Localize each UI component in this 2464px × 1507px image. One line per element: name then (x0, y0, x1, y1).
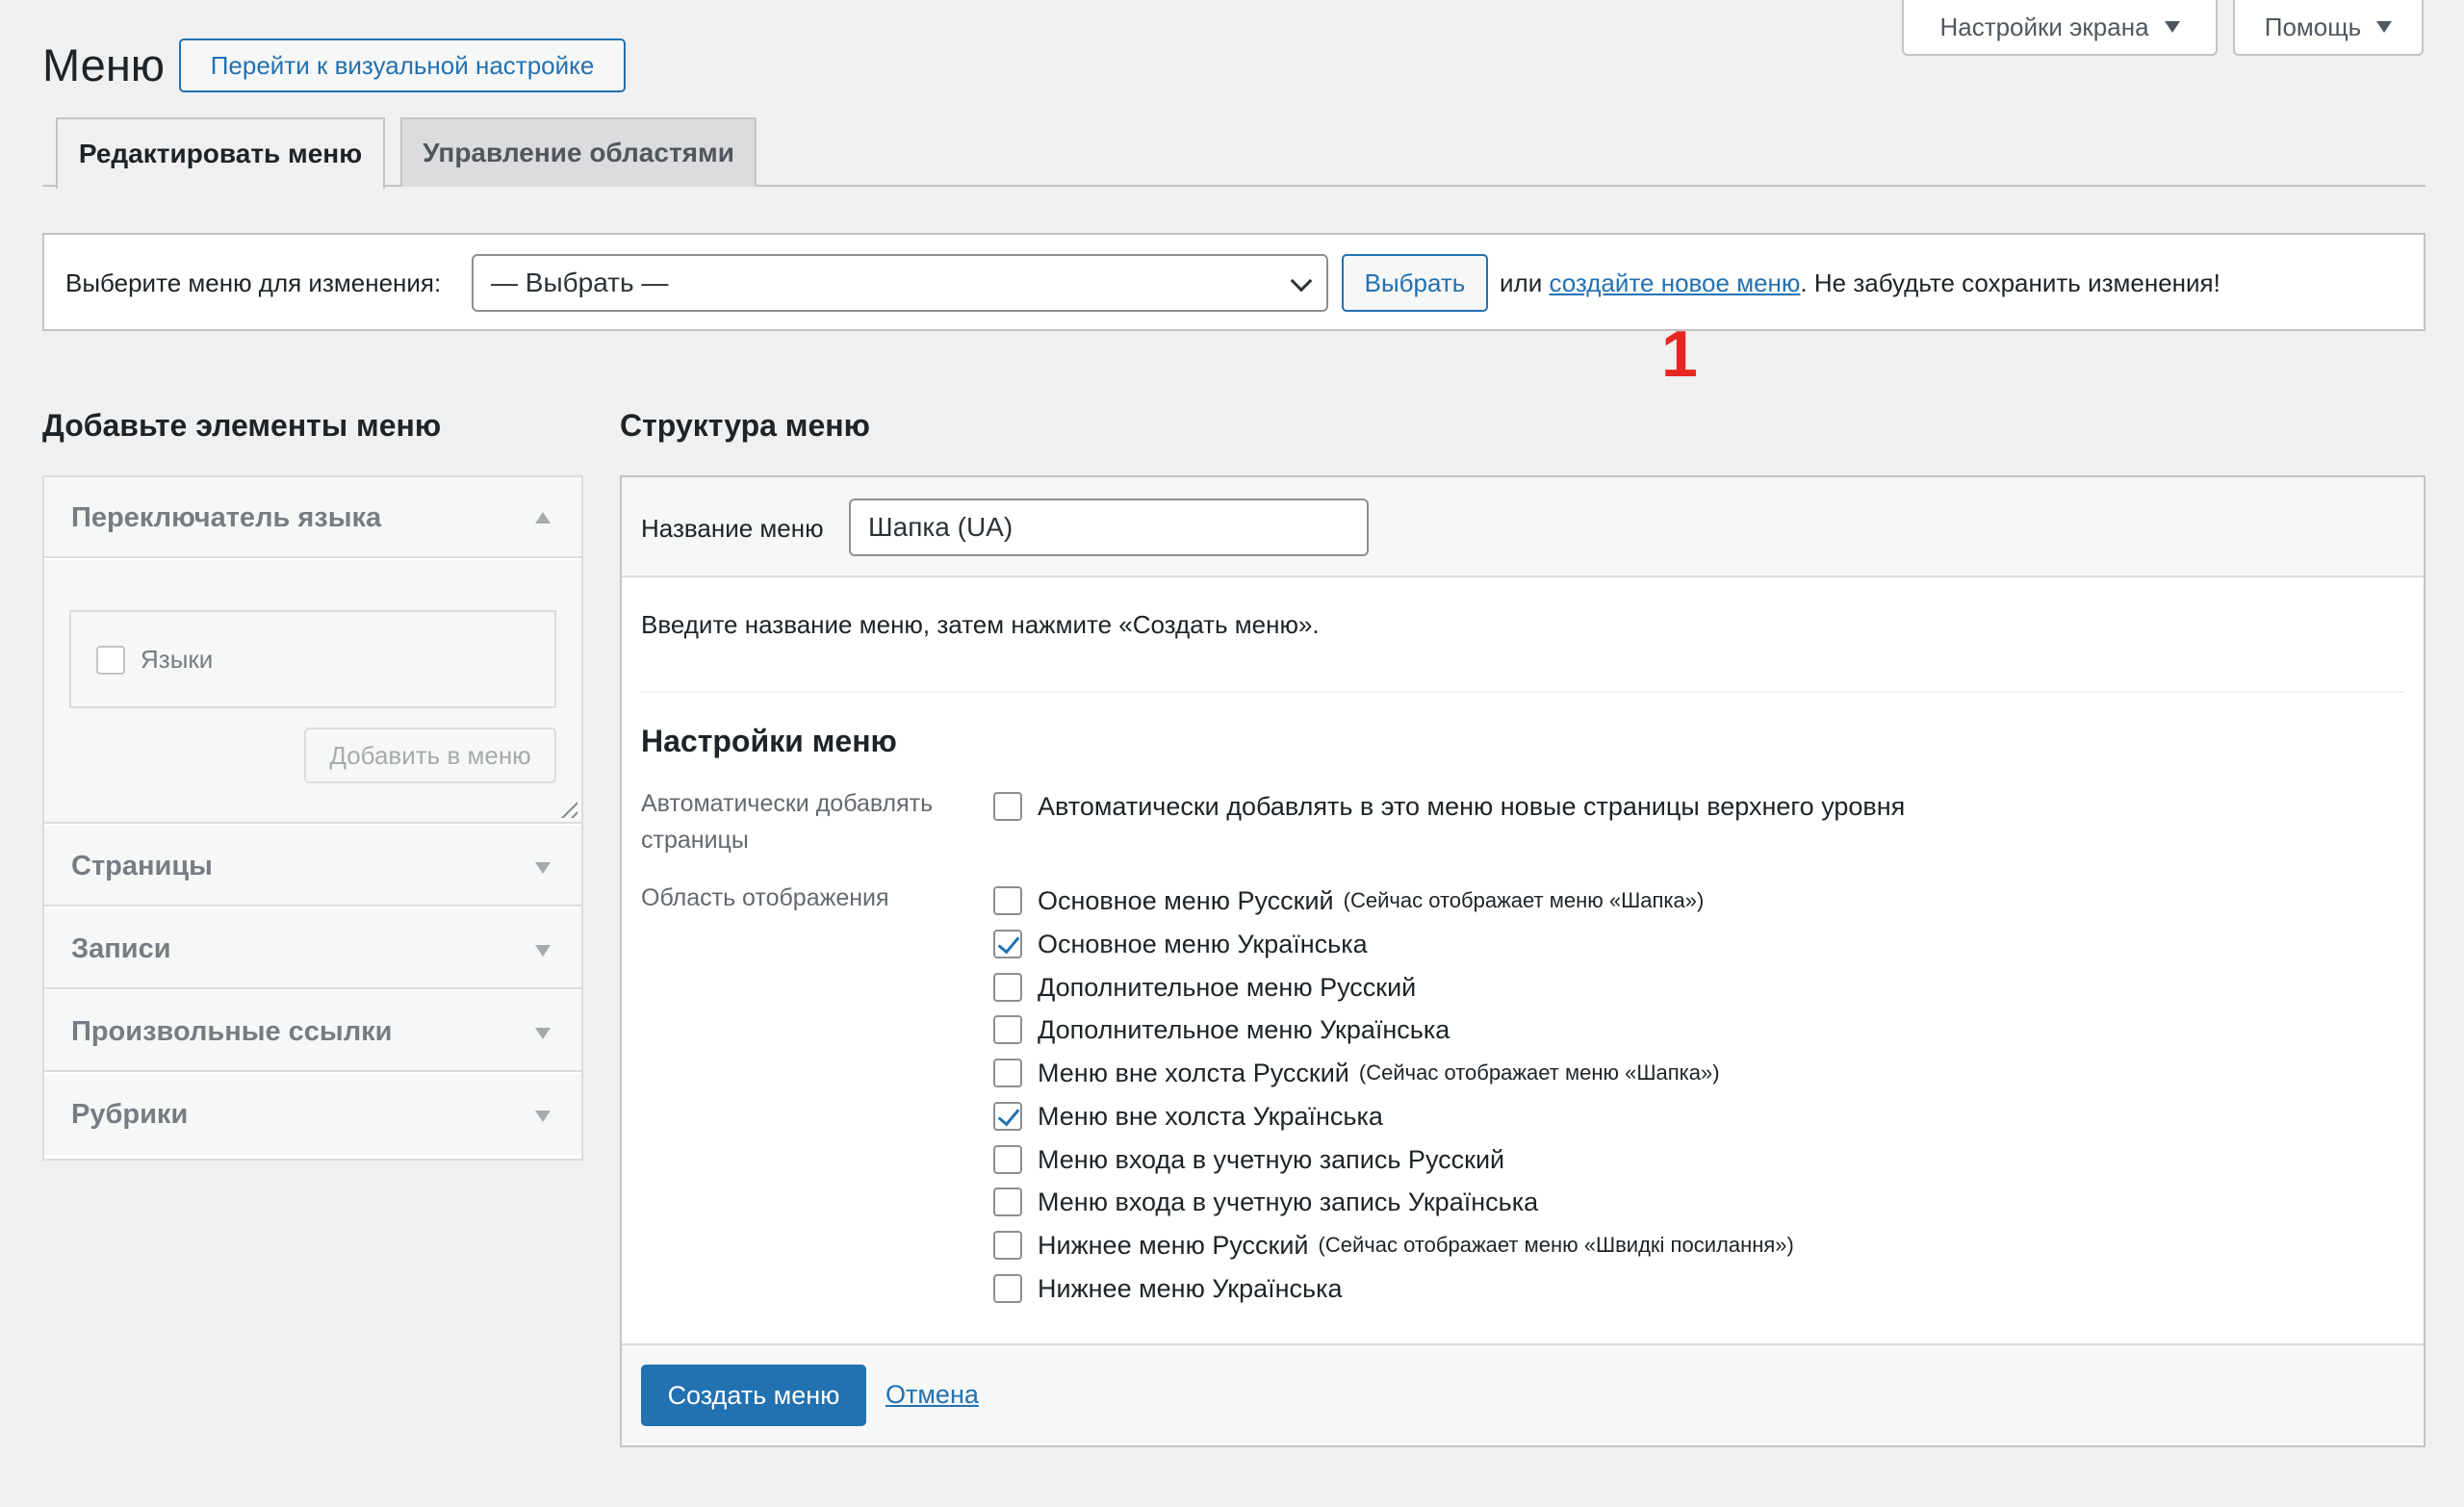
tab-manage-locations[interactable]: Управление областями (400, 117, 757, 187)
select-menu-bar: Выберите меню для изменения: — Выбрать —… (42, 233, 2426, 331)
caret-down-icon (2376, 21, 2393, 33)
location-label: Меню вне холста Русский (1038, 1058, 1349, 1087)
visual-customize-button[interactable]: Перейти к визуальной настройке (179, 38, 626, 92)
location-label: Меню вне холста Українська (1038, 1101, 1383, 1131)
accordion-custom-links[interactable]: Произвольные ссылки (44, 991, 581, 1072)
menu-name-input[interactable]: Шапка (UA) (849, 498, 1369, 556)
accordion-pages[interactable]: Страницы (44, 826, 581, 907)
location-label: Основное меню Русский (1038, 885, 1334, 915)
location-checkbox[interactable] (993, 1145, 1022, 1174)
location-label: Дополнительное меню Русский (1038, 972, 1417, 1002)
languages-list: Языки (69, 610, 556, 708)
languages-option[interactable]: Языки (96, 645, 213, 675)
chevron-down-icon (1290, 269, 1313, 293)
instruction-text: Введите название меню, затем нажмите «Со… (641, 610, 1320, 639)
location-checkbox[interactable] (993, 886, 1022, 915)
location-label: Основное меню Українська (1038, 929, 1368, 958)
accordion-label: Страницы (71, 851, 213, 881)
location-option[interactable]: Дополнительное меню Українська (993, 1009, 1450, 1051)
page-title: Меню (42, 39, 166, 90)
create-menu-button[interactable]: Создать меню (641, 1365, 866, 1426)
location-label: Нижнее меню Українська (1038, 1273, 1343, 1303)
add-items-heading: Добавьте элементы меню (42, 408, 442, 443)
location-label: Меню входа в учетную запись Українська (1038, 1187, 1539, 1216)
location-option[interactable]: Меню входа в учетную запись Русский (993, 1138, 1504, 1181)
triangle-up-icon (535, 512, 551, 524)
location-note: (Сейчас отображает меню «Шапка») (1358, 1060, 1720, 1085)
location-option[interactable]: Основное меню Русский (Сейчас отображает… (993, 880, 1704, 922)
display-location-label: Область отображения (641, 884, 889, 911)
auto-add-label: Автоматически добавлять страницы (641, 790, 934, 854)
menu-name-label: Название меню (641, 514, 824, 543)
location-option[interactable]: Меню вне холста Русский (Сейчас отобража… (993, 1052, 1720, 1094)
screen-options-label: Настройки экрана (1939, 12, 2149, 41)
or-text: или (1500, 268, 1543, 297)
location-checkbox[interactable] (993, 973, 1022, 1002)
language-switcher-panel: Языки Добавить в меню (44, 560, 581, 824)
menu-name-value: Шапка (UA) (868, 512, 1014, 542)
screen-options-button[interactable]: Настройки экрана (1902, 0, 2218, 56)
location-checkbox[interactable] (993, 1188, 1022, 1216)
add-items-accordion: Переключатель языка Языки Добавить в мен… (42, 475, 583, 1161)
location-label: Нижнее меню Русский (1038, 1230, 1309, 1260)
location-option[interactable]: Основное меню Українська (993, 923, 1368, 965)
accordion-posts[interactable]: Записи (44, 908, 581, 989)
location-checkbox[interactable] (993, 1015, 1022, 1044)
menu-structure-panel: Название меню Шапка (UA) Введите названи… (620, 475, 2426, 1447)
location-option[interactable]: Меню входа в учетную запись Українська (993, 1181, 1538, 1223)
location-note: (Сейчас отображает меню «Шапка») (1343, 888, 1705, 912)
languages-label: Языки (141, 645, 214, 674)
languages-checkbox[interactable] (96, 645, 125, 675)
resize-handle[interactable] (556, 797, 578, 818)
select-button[interactable]: Выбрать (1342, 254, 1488, 312)
location-checkbox-checked[interactable] (993, 930, 1022, 958)
divider (641, 691, 2404, 693)
accordion-label: Записи (71, 933, 171, 964)
location-checkbox[interactable] (993, 1059, 1022, 1087)
accordion-language-switcher[interactable]: Переключатель языка (44, 477, 581, 558)
location-label: Дополнительное меню Українська (1038, 1014, 1450, 1044)
accordion-label: Переключатель языка (71, 502, 382, 533)
create-new-menu-link[interactable]: создайте новое меню (1549, 268, 1800, 297)
location-option[interactable]: Нижнее меню Українська (993, 1267, 1343, 1310)
auto-add-option-label: Автоматически добавлять в это меню новые… (1038, 791, 1906, 821)
tab-edit-menu[interactable]: Редактировать меню (56, 117, 385, 189)
triangle-down-icon (535, 862, 551, 874)
menu-select[interactable]: — Выбрать — (472, 254, 1328, 312)
help-button[interactable]: Помощь (2233, 0, 2424, 56)
menu-name-row: Название меню Шапка (UA) (622, 477, 2424, 577)
location-option[interactable]: Меню вне холста Українська (993, 1095, 1383, 1137)
accordion-label: Рубрики (71, 1099, 189, 1130)
location-checkbox[interactable] (993, 1274, 1022, 1303)
annotation-1: 1 (1661, 318, 1698, 391)
add-to-menu-button[interactable]: Добавить в меню (304, 728, 556, 783)
auto-add-checkbox[interactable] (993, 792, 1022, 821)
triangle-down-icon (535, 1028, 551, 1039)
location-note: (Сейчас отображает меню «Швидкі посиланн… (1318, 1233, 1794, 1257)
location-checkbox-checked[interactable] (993, 1102, 1022, 1131)
triangle-down-icon (535, 1111, 551, 1122)
select-bar-hint: или создайте новое меню. Не забудьте сох… (1500, 268, 2220, 298)
triangle-down-icon (535, 945, 551, 957)
accordion-categories[interactable]: Рубрики (44, 1074, 581, 1155)
location-option[interactable]: Дополнительное меню Русский (993, 966, 1416, 1009)
auto-add-option[interactable]: Автоматически добавлять в это меню новые… (993, 785, 1905, 828)
menu-structure-heading: Структура меню (620, 408, 870, 443)
help-label: Помощь (2264, 12, 2362, 41)
accordion-label: Произвольные ссылки (71, 1016, 393, 1047)
menu-settings-heading: Настройки меню (641, 724, 897, 758)
cancel-link[interactable]: Отмена (886, 1380, 979, 1410)
location-checkbox[interactable] (993, 1231, 1022, 1260)
location-option[interactable]: Нижнее меню Русский (Сейчас отображает м… (993, 1224, 1794, 1266)
menu-select-value: — Выбрать — (491, 268, 669, 297)
caret-down-icon (2164, 21, 2180, 33)
select-menu-label: Выберите меню для изменения: (65, 268, 442, 297)
save-reminder: . Не забудьте сохранить изменения! (1800, 268, 2220, 297)
location-label: Меню входа в учетную запись Русский (1038, 1144, 1505, 1174)
panel-footer: Создать меню Отмена (622, 1343, 2424, 1445)
